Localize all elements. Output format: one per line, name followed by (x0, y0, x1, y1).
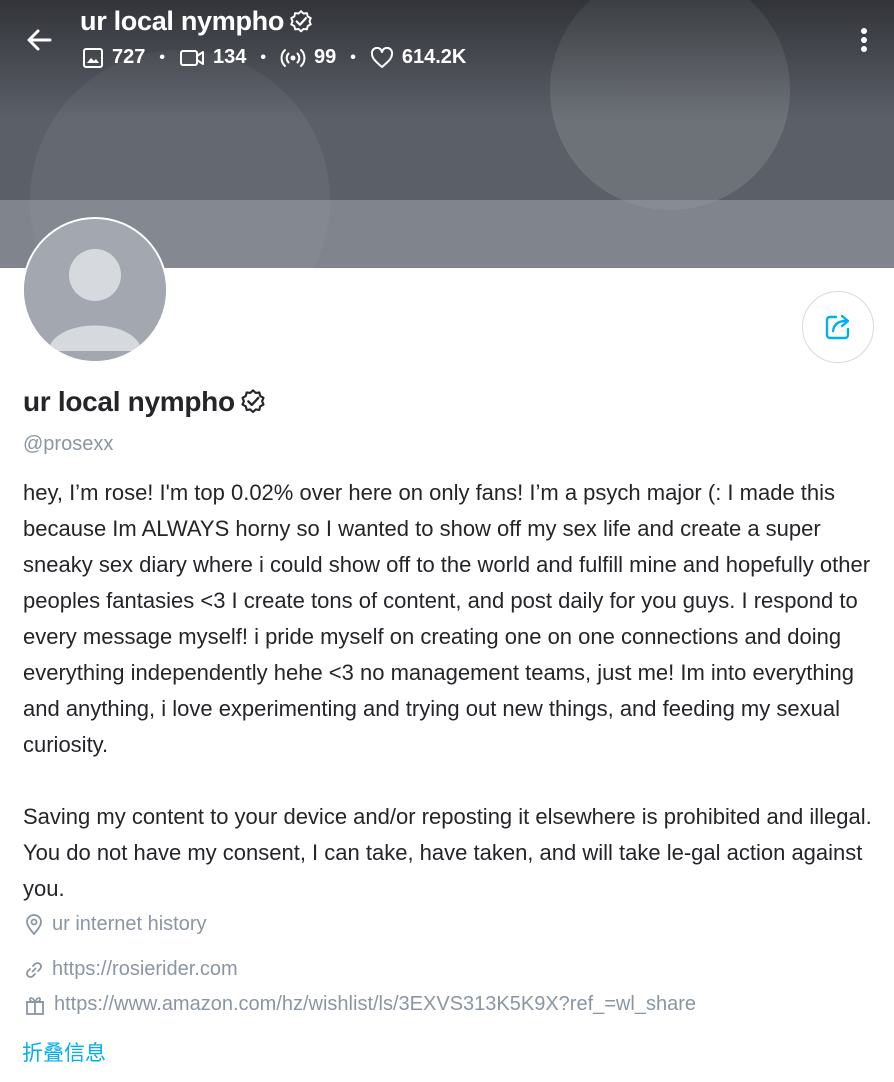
share-button[interactable] (802, 291, 874, 363)
stat-videos[interactable]: 134 (179, 46, 246, 69)
separator-dot: • (159, 48, 165, 66)
back-arrow-icon (27, 29, 52, 51)
gift-icon (26, 996, 44, 1015)
header-stats: 727 • 134 • 99 • 614.2K (82, 46, 466, 69)
stat-streams[interactable]: 99 (280, 46, 336, 69)
video-icon (179, 49, 204, 66)
image-icon (83, 47, 103, 68)
location-row: ur internet history (24, 913, 207, 936)
stat-videos-count: 134 (212, 46, 247, 68)
wishlist-row: https://www.amazon.com/hz/wishlist/ls/3E… (24, 993, 696, 1016)
stat-likes[interactable]: 614.2K (370, 46, 467, 69)
header-title-text: ur local nympho (80, 6, 285, 36)
profile-name: ur local nympho (23, 386, 267, 418)
more-vertical-icon (861, 28, 867, 52)
separator-dot: • (260, 48, 266, 66)
stream-icon (280, 48, 306, 67)
verified-icon (241, 389, 265, 414)
wishlist-link[interactable]: https://www.amazon.com/hz/wishlist/ls/3E… (54, 993, 696, 1016)
profile-handle: @prosexx (23, 433, 114, 455)
more-options-button[interactable] (850, 24, 878, 56)
avatar-placeholder (24, 219, 166, 361)
header-title: ur local nympho (80, 6, 314, 37)
website-row: https://rosierider.com (24, 958, 238, 981)
verified-icon (290, 9, 312, 32)
link-icon (26, 961, 42, 978)
profile-page: ur local nympho 727 • 134 • 99 • 614.2K … (0, 0, 894, 1082)
stat-likes-count: 614.2K (401, 46, 467, 68)
location-icon (26, 913, 42, 935)
collapse-info-link[interactable]: 折叠信息 (22, 1037, 106, 1067)
avatar-image (24, 219, 166, 361)
heart-icon (370, 46, 393, 68)
website-link[interactable]: https://rosierider.com (52, 958, 238, 981)
separator-dot: • (350, 48, 356, 66)
location-text: ur internet history (52, 913, 207, 935)
back-button[interactable] (22, 22, 58, 58)
stat-photos[interactable]: 727 (82, 46, 145, 69)
profile-name-text: ur local nympho (23, 386, 235, 417)
profile-bio: hey, I’m rose! I'm top 0.02% over here o… (23, 480, 872, 901)
stat-streams-count: 99 (313, 46, 337, 68)
share-icon (825, 314, 850, 340)
stat-photos-count: 727 (112, 46, 146, 68)
top-bar: ur local nympho 727 • 134 • 99 • 614.2K (0, 0, 894, 90)
avatar[interactable] (22, 217, 168, 363)
